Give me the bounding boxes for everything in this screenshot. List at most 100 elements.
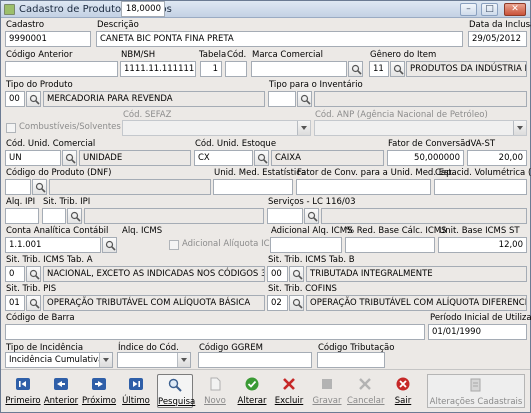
servicos-label: Serviços - LC 116/03 bbox=[268, 197, 356, 207]
adicional-aliquota-icms-checkbox[interactable] bbox=[169, 240, 179, 250]
aliq-icms-label: Alq. ICMS bbox=[122, 226, 163, 236]
genero-codigo-field[interactable]: 11 bbox=[369, 61, 389, 77]
codigo-produto-dnf-label: Código do Produto (DNF) bbox=[6, 168, 112, 178]
sit-trib-icms-b-search-button[interactable] bbox=[289, 266, 304, 282]
cod-anp-select[interactable] bbox=[314, 120, 527, 136]
gravar-button[interactable]: Gravar bbox=[310, 374, 344, 408]
unid-med-estatistica-field[interactable] bbox=[213, 179, 293, 195]
sit-trib-icms-a-codigo-field[interactable]: 0 bbox=[5, 266, 25, 282]
conta-analitica-field[interactable]: 1.1.001 bbox=[5, 237, 101, 253]
maximize-button[interactable]: □ bbox=[481, 3, 498, 16]
title-bar: Cadastro de Produtos/Serviços – □ ✕ bbox=[1, 1, 530, 18]
aliq-ipi-field[interactable] bbox=[5, 208, 39, 224]
sit-trib-ipi-search-button[interactable] bbox=[67, 208, 82, 224]
alterar-button[interactable]: Alterar bbox=[235, 374, 269, 408]
gravar-label: Gravar bbox=[312, 396, 342, 406]
exit-icon bbox=[396, 377, 410, 391]
fator-conversao-field[interactable]: 50,000000 bbox=[387, 150, 464, 166]
proximo-label: Próximo bbox=[81, 396, 117, 406]
close-button[interactable]: ✕ bbox=[504, 3, 526, 16]
genero-search-button[interactable] bbox=[390, 61, 405, 77]
red-base-calc-icms-label: % Red. Base Cálc. ICMS bbox=[346, 226, 447, 236]
adicional-aliquota-icms-checkbox-label: Adicional Alíquota ICMS bbox=[182, 239, 283, 249]
proximo-button[interactable]: Próximo bbox=[81, 374, 117, 408]
sit-trib-cofins-codigo-field[interactable]: 02 bbox=[267, 295, 288, 311]
combustiveis-checkbox[interactable] bbox=[6, 123, 16, 133]
excluir-button[interactable]: Excluir bbox=[272, 374, 306, 408]
magnifier-icon bbox=[393, 64, 404, 75]
tipo-produto-codigo-field[interactable]: 00 bbox=[5, 91, 25, 107]
marca-search-button[interactable] bbox=[348, 61, 363, 77]
cod-sefaz-select[interactable] bbox=[122, 120, 311, 136]
chevron-down-icon bbox=[297, 121, 310, 135]
cod-field[interactable] bbox=[225, 61, 247, 77]
sair-button[interactable]: Sair bbox=[387, 374, 419, 408]
sit-trib-ipi-codigo-field[interactable] bbox=[42, 208, 66, 224]
magnifier-icon bbox=[29, 298, 40, 309]
minimize-button[interactable]: – bbox=[460, 3, 477, 16]
nbm-sh-field[interactable]: 1111.11.1111111 bbox=[120, 61, 196, 77]
sit-trib-pis-codigo-field[interactable]: 01 bbox=[5, 295, 25, 311]
new-icon bbox=[210, 377, 221, 391]
marca-comercial-field[interactable] bbox=[251, 61, 347, 77]
iva-st-field[interactable]: 20,00 bbox=[467, 150, 527, 166]
codigo-produto-dnf-field[interactable] bbox=[5, 179, 31, 195]
tipo-produto-search-button[interactable] bbox=[26, 91, 41, 107]
fator-conv-unid-med-field[interactable] bbox=[296, 179, 431, 195]
cod-sefaz-label: Cód. SEFAZ bbox=[123, 110, 172, 120]
aliq-icms-field[interactable]: 18,0000 bbox=[121, 1, 165, 17]
sit-trib-ipi-label: Sit. Trib. IPI bbox=[43, 197, 91, 207]
tabela-field[interactable]: 1 bbox=[200, 61, 222, 77]
tipo-incidencia-select[interactable]: Incidência Cumulativa bbox=[5, 352, 113, 368]
app-icon bbox=[4, 4, 15, 15]
unid-estoque-search-button[interactable] bbox=[254, 150, 269, 166]
conta-search-button[interactable] bbox=[102, 237, 117, 253]
codigo-anterior-field[interactable] bbox=[5, 61, 118, 77]
pesquisa-button[interactable]: Pesquisa bbox=[157, 374, 195, 408]
codigo-barra-field[interactable] bbox=[5, 324, 425, 340]
magnifier-icon bbox=[168, 378, 182, 392]
servicos-codigo-field[interactable] bbox=[267, 208, 303, 224]
unit-base-icms-st-field[interactable]: 12,00 bbox=[438, 237, 527, 253]
data-inclusao-label: Data da Inclusão bbox=[469, 20, 531, 30]
servicos-search-button[interactable] bbox=[304, 208, 319, 224]
codigo-ggrem-field[interactable] bbox=[198, 352, 312, 368]
ultimo-button[interactable]: Último bbox=[118, 374, 154, 408]
red-base-calc-icms-field[interactable] bbox=[345, 237, 435, 253]
sit-trib-icms-a-search-button[interactable] bbox=[26, 266, 41, 282]
tipo-inventario-search-button[interactable] bbox=[297, 91, 312, 107]
sit-trib-cofins-search-button[interactable] bbox=[289, 295, 304, 311]
sit-trib-pis-search-button[interactable] bbox=[26, 295, 41, 311]
iva-st-label: IVA-ST bbox=[468, 139, 496, 149]
primeiro-button[interactable]: Primeiro bbox=[5, 374, 41, 408]
descricao-field[interactable]: CANETA BIC PONTA FINA PRETA bbox=[96, 31, 463, 47]
cancelar-button[interactable]: Cancelar bbox=[347, 374, 385, 408]
descricao-label: Descrição bbox=[97, 20, 139, 30]
periodo-inicial-field[interactable]: 01/01/1990 bbox=[428, 324, 527, 340]
tabela-label: Tabela bbox=[199, 50, 227, 60]
tipo-inventario-descricao-field bbox=[314, 91, 527, 107]
sit-trib-icms-b-codigo-field[interactable]: 00 bbox=[267, 266, 288, 282]
indice-cod-select[interactable] bbox=[117, 352, 191, 368]
cadastro-field[interactable]: 9990001 bbox=[5, 31, 91, 47]
data-inclusao-field[interactable]: 29/05/2012 bbox=[468, 31, 527, 47]
unid-comercial-search-button[interactable] bbox=[62, 150, 77, 166]
anterior-button[interactable]: Anterior bbox=[43, 374, 79, 408]
alteracoes-cadastrais-button[interactable]: Alterações Cadastrais bbox=[427, 374, 525, 408]
sit-trib-cofins-label: Sit. Trib. COFINS bbox=[268, 284, 337, 294]
capacid-volumetrica-field[interactable] bbox=[434, 179, 527, 195]
tipo-inventario-codigo-field[interactable] bbox=[268, 91, 296, 107]
cod-unid-comercial-field[interactable]: UN bbox=[5, 150, 61, 166]
servicos-descricao-field bbox=[321, 208, 527, 224]
adicional-aliq-icms-field[interactable] bbox=[270, 237, 342, 253]
alteracoes-cadastrais-label: Alterações Cadastrais bbox=[429, 397, 523, 407]
chevron-down-icon bbox=[177, 353, 190, 367]
chevron-down-icon bbox=[99, 353, 112, 367]
chevron-down-icon bbox=[513, 121, 526, 135]
cod-unid-estoque-field[interactable]: CX bbox=[194, 150, 253, 166]
novo-button[interactable]: Novo bbox=[198, 374, 232, 408]
dnf-search-button[interactable] bbox=[32, 179, 47, 195]
codigo-tributacao-field[interactable] bbox=[317, 352, 385, 368]
unid-med-estatistica-label: Unid. Med. Estatística bbox=[214, 168, 307, 178]
excluir-label: Excluir bbox=[274, 396, 304, 406]
